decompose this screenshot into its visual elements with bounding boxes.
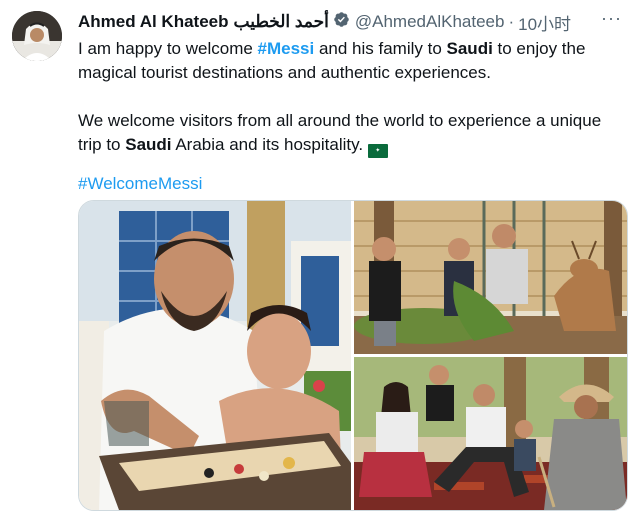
hashtag-messi-link[interactable]: #Messi [258, 39, 315, 58]
verified-badge-icon [329, 11, 355, 33]
hashtag-welcomemessi-link[interactable]: #WelcomeMessi [78, 174, 626, 194]
author-handle[interactable]: @AhmedAlKhateeb [355, 12, 505, 32]
author-avatar[interactable] [12, 11, 62, 61]
tweet-header: Ahmed Al Khateeb أحمد الخطيب @AhmedAlKha… [78, 8, 626, 36]
saudi-flag-emoji: ✦ [367, 144, 388, 158]
tweet-paragraph-1: I am happy to welcome #Messi and his fam… [78, 37, 626, 85]
more-options-icon[interactable]: ··· [601, 8, 622, 29]
photo-messi-son-carrom[interactable] [79, 201, 351, 510]
bold-saudi: Saudi [125, 135, 172, 154]
tweet-text: I am happy to welcome #Messi and his fam… [78, 37, 626, 158]
photo-messi-kids-deer[interactable] [354, 201, 627, 354]
separator-dot: · [508, 12, 515, 31]
text-segment: Arabia and its hospitality. [171, 135, 368, 154]
author-name-arabic[interactable]: أحمد الخطيب [234, 12, 329, 32]
text-segment: and his family to [314, 39, 447, 58]
tweet: Ahmed Al Khateeb أحمد الخطيب @AhmedAlKha… [78, 8, 626, 194]
bold-saudi: Saudi [446, 39, 493, 58]
author-name[interactable]: Ahmed Al Khateeb [78, 12, 229, 32]
text-segment: I am happy to welcome [78, 39, 258, 58]
media-grid [78, 200, 628, 511]
tweet-paragraph-2: We welcome visitors from all around the … [78, 109, 626, 158]
tweet-timestamp[interactable]: 10小时 [518, 10, 571, 35]
photo-messi-family-picnic[interactable] [354, 357, 627, 510]
